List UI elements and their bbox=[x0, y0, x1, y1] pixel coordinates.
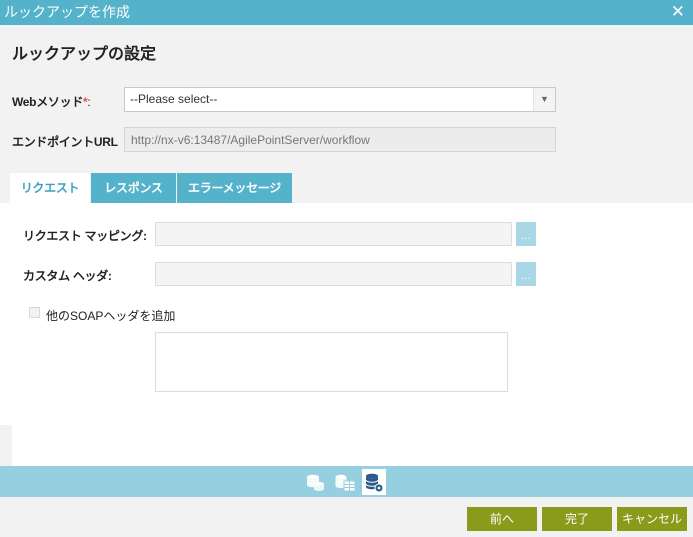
window-title: ルックアップを作成 bbox=[4, 4, 130, 20]
web-method-colon: : bbox=[87, 95, 91, 109]
database-stack-icon[interactable] bbox=[304, 469, 328, 495]
custom-header-label: カスタム ヘッダ: bbox=[23, 269, 112, 283]
panel-divider bbox=[0, 425, 12, 466]
soap-header-checkbox[interactable] bbox=[29, 307, 40, 318]
custom-header-ellipsis-button[interactable]: ... bbox=[516, 262, 536, 286]
request-mapping-field[interactable] bbox=[155, 222, 512, 246]
custom-header-field[interactable] bbox=[155, 262, 512, 286]
cancel-button[interactable]: キャンセル bbox=[617, 507, 687, 531]
web-method-select[interactable]: --Please select-- ▼ bbox=[124, 87, 556, 112]
endpoint-url-label: エンドポイントURL bbox=[12, 135, 118, 149]
tab-request[interactable]: リクエスト bbox=[10, 173, 90, 203]
tab-error-message[interactable]: エラーメッセージ bbox=[177, 173, 292, 203]
close-icon[interactable]: ✕ bbox=[671, 3, 685, 21]
request-mapping-ellipsis-button[interactable]: ... bbox=[516, 222, 536, 246]
endpoint-url-field: http://nx-v6:13487/AgilePointServer/work… bbox=[124, 127, 556, 152]
wizard-step-bar bbox=[0, 466, 693, 497]
back-button[interactable]: 前へ bbox=[467, 507, 537, 531]
web-method-label-text: Webメソッド bbox=[12, 95, 84, 109]
window-titlebar: ルックアップを作成 ✕ bbox=[0, 0, 693, 25]
page-title: ルックアップの設定 bbox=[12, 46, 157, 63]
database-settings-icon[interactable] bbox=[362, 469, 386, 495]
soap-header-textarea[interactable] bbox=[155, 332, 508, 392]
web-method-selected-value: --Please select-- bbox=[130, 92, 218, 106]
endpoint-url-value: http://nx-v6:13487/AgilePointServer/work… bbox=[131, 133, 370, 147]
dropdown-arrow-icon[interactable]: ▼ bbox=[533, 88, 555, 111]
web-method-label: Webメソッド*: bbox=[12, 93, 91, 110]
soap-header-checkbox-label: 他のSOAPヘッダを追加 bbox=[46, 309, 176, 323]
finish-button[interactable]: 完了 bbox=[542, 507, 612, 531]
database-table-icon[interactable] bbox=[333, 469, 357, 495]
tab-response[interactable]: レスポンス bbox=[91, 173, 176, 203]
request-mapping-label: リクエスト マッピング: bbox=[23, 229, 147, 243]
